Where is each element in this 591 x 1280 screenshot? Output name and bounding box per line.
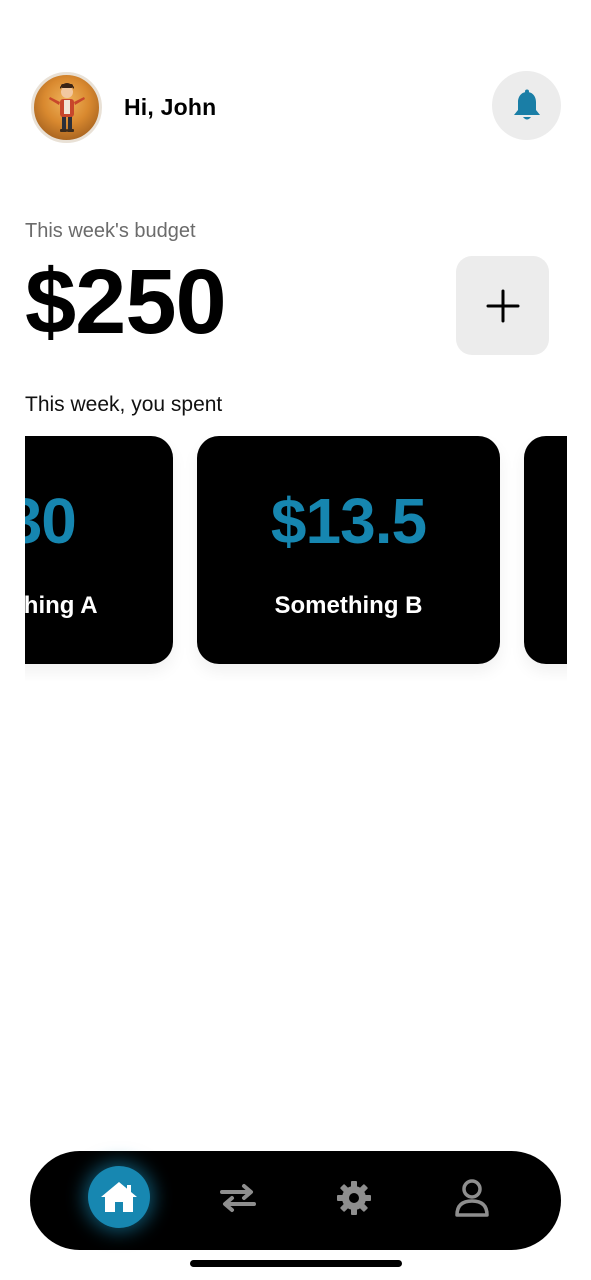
spending-card[interactable]: [524, 436, 567, 664]
add-expense-button[interactable]: [456, 256, 549, 355]
tab-settings[interactable]: [323, 1167, 385, 1229]
transfer-icon: [220, 1184, 256, 1212]
profile-icon: [455, 1179, 489, 1217]
home-screen: Hi, John This week's budget $250 This we…: [0, 0, 591, 1280]
plus-icon: [486, 289, 519, 322]
spent-label: This week, you spent: [25, 393, 223, 416]
spending-card-amount: $13.5: [270, 485, 427, 557]
spending-carousel[interactable]: $30 Something A $13.5 Something B: [25, 436, 567, 681]
bottom-tab-bar: [30, 1151, 561, 1250]
budget-amount: $250: [25, 251, 227, 353]
tab-profile[interactable]: [441, 1167, 503, 1229]
spending-card[interactable]: $30 Something A: [25, 436, 173, 664]
spending-card-amount: $30: [25, 485, 77, 557]
avatar[interactable]: [31, 72, 102, 143]
budget-label: This week's budget: [25, 220, 196, 242]
spending-card[interactable]: $13.5 Something B: [197, 436, 500, 664]
tab-transactions[interactable]: [207, 1167, 269, 1229]
spending-card-name: Something A: [25, 592, 98, 619]
gear-icon: [337, 1181, 371, 1215]
home-icon: [101, 1182, 137, 1212]
spending-card-name: Something B: [274, 592, 423, 619]
cartoon-avatar-icon: [49, 83, 85, 132]
greeting-text: Hi, John: [124, 94, 217, 120]
bell-icon: [513, 89, 540, 119]
home-indicator: [190, 1260, 402, 1267]
tab-home[interactable]: [88, 1166, 150, 1228]
notifications-button[interactable]: [492, 71, 561, 140]
